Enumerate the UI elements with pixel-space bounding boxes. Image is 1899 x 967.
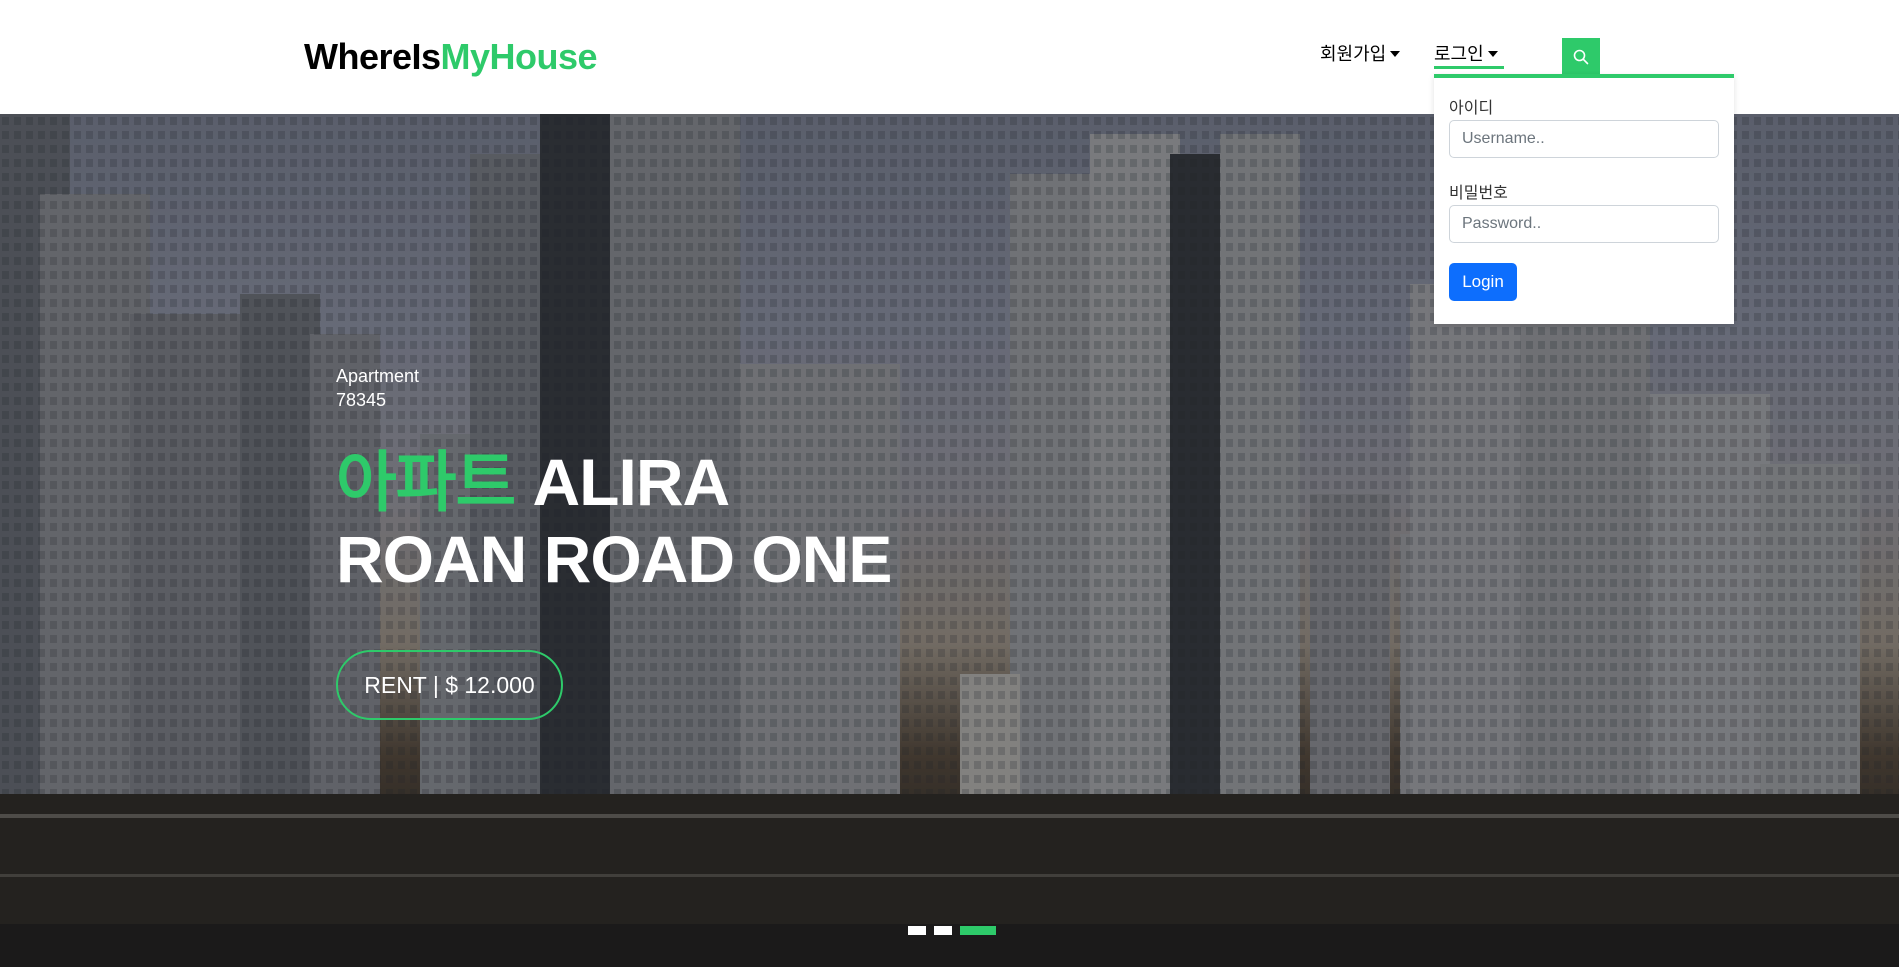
username-input[interactable] (1449, 120, 1719, 158)
carousel-dot[interactable] (908, 926, 926, 935)
carousel-dot-active[interactable] (960, 926, 996, 935)
property-title: 아파트 ALIRA ROAN ROAD ONE (336, 444, 892, 597)
password-input[interactable] (1449, 205, 1719, 243)
password-label: 비밀번호 (1449, 183, 1508, 202)
nav-login-dropdown[interactable]: 로그인 (1434, 40, 1498, 66)
property-meta: Apartment 78345 (336, 364, 419, 412)
brand-name-part2: MyHouse (440, 36, 598, 77)
nav-login-label: 로그인 (1434, 44, 1484, 65)
brand-name-part1: WhereIs (304, 36, 441, 77)
carousel-dot[interactable] (934, 926, 952, 935)
search-button[interactable] (1562, 38, 1600, 76)
login-submit-button[interactable]: Login (1449, 263, 1517, 301)
title-line2: ROAN ROAD ONE (336, 522, 892, 596)
nav-signup-label: 회원가입 (1320, 44, 1387, 65)
title-accent: 아파트 (336, 444, 516, 521)
carousel-indicators (908, 926, 996, 935)
chevron-down-icon (1390, 50, 1401, 57)
title-line1: ALIRA (532, 445, 731, 519)
price-button[interactable]: RENT | $ 12.000 (336, 650, 563, 720)
brand-logo[interactable]: WhereIsMyHouse (304, 36, 598, 78)
nav-signup-dropdown[interactable]: 회원가입 (1320, 40, 1401, 66)
property-code: 78345 (336, 390, 387, 410)
login-dropdown-menu: 아이디 비밀번호 Login (1434, 74, 1734, 324)
nav-login-active-indicator (1434, 66, 1504, 69)
search-icon (1573, 49, 1589, 65)
username-label: 아이디 (1449, 98, 1494, 117)
property-type: Apartment (336, 366, 420, 386)
chevron-down-icon (1487, 50, 1498, 57)
